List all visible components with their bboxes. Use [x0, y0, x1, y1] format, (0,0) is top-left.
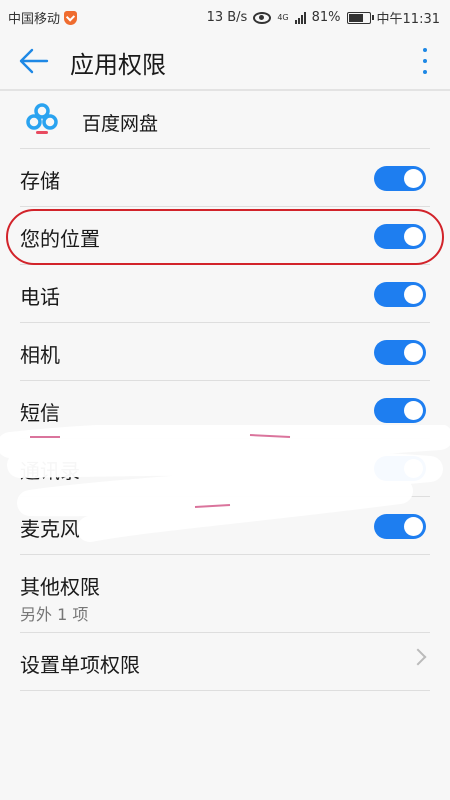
app-bar: 应用权限 — [0, 32, 450, 90]
app-name: 百度网盘 — [82, 113, 159, 135]
single-permission-label: 设置单项权限 — [20, 653, 140, 677]
microphone-toggle[interactable] — [374, 514, 426, 539]
carrier-label: 中国移动 — [8, 12, 61, 27]
permission-label: 短信 — [20, 401, 60, 425]
sms-toggle[interactable] — [374, 398, 426, 423]
permission-row-contacts[interactable]: 通讯录 — [0, 439, 450, 497]
app-header-row: 百度网盘 — [0, 91, 450, 149]
battery-percent: 81% — [311, 10, 341, 25]
permission-list: 百度网盘 存储 您的位置 电话 相机 短信 通讯录 麦克风 其他权限 另外 1 — [0, 91, 450, 691]
back-arrow-icon[interactable] — [18, 46, 50, 76]
toggle-knob — [404, 169, 423, 188]
location-toggle[interactable] — [374, 224, 426, 249]
phone-toggle[interactable] — [374, 282, 426, 307]
contacts-toggle[interactable] — [374, 456, 426, 481]
clock: 中午11:31 — [376, 12, 440, 27]
toggle-knob — [404, 285, 423, 304]
network-type-label: 4G — [277, 12, 289, 22]
single-permission-settings-row[interactable]: 设置单项权限 — [0, 633, 450, 691]
toggle-knob — [404, 517, 423, 536]
toggle-knob — [404, 227, 423, 246]
other-permissions-count: 另外 1 项 — [20, 605, 89, 624]
permission-label: 电话 — [20, 285, 60, 309]
toggle-knob — [404, 459, 423, 478]
page-title: 应用权限 — [70, 51, 166, 79]
permission-label: 相机 — [20, 343, 60, 367]
more-options-icon[interactable] — [422, 48, 428, 74]
permission-row-phone[interactable]: 电话 — [0, 265, 450, 323]
permission-label: 您的位置 — [20, 227, 100, 251]
other-permissions-label: 其他权限 — [20, 575, 100, 599]
row-divider — [20, 690, 430, 691]
other-permissions-row[interactable]: 其他权限 另外 1 项 — [0, 555, 450, 633]
signal-icon — [294, 11, 306, 24]
permission-row-location[interactable]: 您的位置 — [0, 207, 450, 265]
eye-icon — [253, 11, 272, 24]
permission-label: 通讯录 — [20, 459, 80, 483]
status-bar: 中国移动 13 B/s 4G 81% 中午11:31 — [0, 0, 450, 32]
permission-label: 麦克风 — [20, 517, 80, 541]
permission-row-storage[interactable]: 存储 — [0, 149, 450, 207]
camera-toggle[interactable] — [374, 340, 426, 365]
battery-fill — [348, 13, 364, 22]
permission-label: 存储 — [20, 169, 60, 193]
baidu-netdisk-logo-icon — [24, 103, 60, 137]
permission-row-microphone[interactable]: 麦克风 — [0, 497, 450, 555]
permission-row-camera[interactable]: 相机 — [0, 323, 450, 381]
security-shield-icon — [64, 10, 78, 25]
storage-toggle[interactable] — [374, 166, 426, 191]
battery-icon — [346, 11, 374, 24]
network-type-icon: 4G — [277, 12, 289, 22]
permission-row-sms[interactable]: 短信 — [0, 381, 450, 439]
toggle-knob — [404, 343, 423, 362]
toggle-knob — [404, 401, 423, 420]
network-speed: 13 B/s — [206, 10, 248, 25]
chevron-right-icon — [409, 648, 427, 666]
